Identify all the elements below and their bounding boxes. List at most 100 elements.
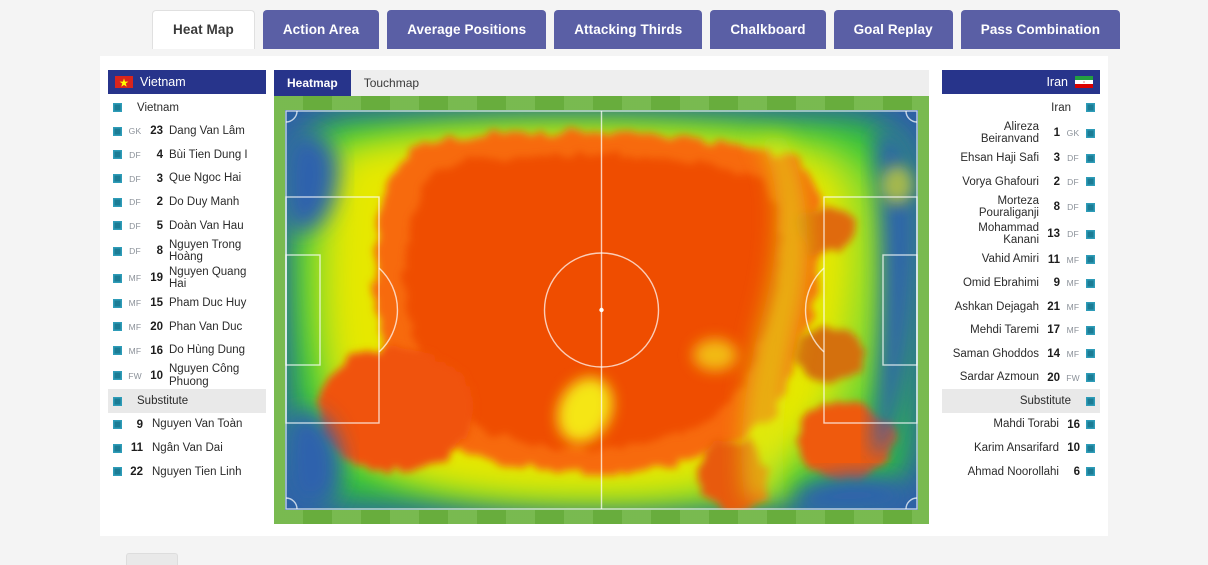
player-toggle-checkbox-icon[interactable] <box>1086 349 1095 359</box>
player-toggle-checkbox-icon[interactable] <box>1086 373 1095 383</box>
roster-player-row[interactable]: DF 13 Mohammad Kanani <box>942 221 1100 248</box>
player-toggle-checkbox-icon[interactable] <box>113 221 122 231</box>
player-toggle-checkbox-icon[interactable] <box>113 150 122 160</box>
roster-team-label: Iran <box>1051 101 1071 114</box>
player-toggle-checkbox-icon[interactable] <box>1086 278 1095 288</box>
roster-player-row[interactable]: MF 14 Saman Ghoddos <box>942 342 1100 366</box>
player-toggle-checkbox-icon[interactable] <box>1086 302 1095 312</box>
roster-substitute-row[interactable]: 6 Ahmad Noorollahi <box>942 460 1100 484</box>
substitute-label: Substitute <box>137 394 189 407</box>
player-toggle-checkbox-icon[interactable] <box>1086 229 1095 239</box>
substitute-label: Substitute <box>1019 394 1071 407</box>
roster-player-row[interactable]: DF 3 Que Ngoc Hai <box>108 167 266 191</box>
roster-substitute-row[interactable]: 11 Ngân Van Dai <box>108 437 266 461</box>
home-team-panel: Vietnam Vietnam GK 23 Dang Van Lâm DF 4 Bùi Ti… <box>108 70 266 484</box>
player-toggle-checkbox-icon[interactable] <box>1086 202 1095 212</box>
roster-player-row[interactable]: DF 8 Morteza Pouraliganji <box>942 194 1100 221</box>
player-name: Do Hùng Dung <box>169 344 246 357</box>
analysis-tab-list: Heat Map Action Area Average Positions Atta… <box>152 10 1121 49</box>
player-toggle-checkbox-icon[interactable] <box>1086 255 1095 265</box>
player-name: Vahid Amiri <box>981 253 1039 266</box>
tab-goal-replay[interactable]: Goal Replay <box>833 10 953 49</box>
player-name: Ehsan Haji Safi <box>960 152 1039 165</box>
heatmap-layer <box>285 110 918 510</box>
pitch-heatmap[interactable] <box>274 96 929 524</box>
roster-player-row[interactable]: DF 5 Doàn Van Hau <box>108 214 266 238</box>
roster-player-row[interactable]: DF 8 Nguyen Trong Hoàng <box>108 238 266 265</box>
player-name: Saman Ghoddos <box>952 347 1039 360</box>
heatmap-card: Vietnam Vietnam GK 23 Dang Van Lâm DF 4 Bùi Ti… <box>100 56 1108 536</box>
roster-player-row[interactable]: MF 15 Pham Duc Huy <box>108 292 266 316</box>
player-toggle-checkbox-icon[interactable] <box>113 298 122 308</box>
roster-substitute-header[interactable]: Substitute <box>942 389 1100 413</box>
roster-team-row[interactable]: Iran <box>942 96 1100 120</box>
player-position: MF <box>128 298 142 309</box>
player-name: Morteza Pouraliganji <box>978 194 1039 220</box>
player-number: 16 <box>1067 418 1080 431</box>
player-toggle-checkbox-icon[interactable] <box>1086 128 1095 138</box>
player-toggle-checkbox-icon[interactable] <box>113 126 122 136</box>
player-toggle-checkbox-icon[interactable] <box>1086 443 1095 453</box>
away-team-panel: Iran Iran GK 1 Alireza Beiranvand DF 3 Ehsan H… <box>942 70 1100 484</box>
player-toggle-checkbox-icon[interactable] <box>113 322 122 332</box>
tab-heat-map[interactable]: Heat Map <box>152 10 255 49</box>
roster-team-row[interactable]: Vietnam <box>108 96 266 120</box>
roster-player-row[interactable]: FW 20 Sardar Azmoun <box>942 366 1100 390</box>
roster-player-row[interactable]: DF 2 Vorya Ghafouri <box>942 170 1100 194</box>
roster-substitute-header[interactable]: Substitute <box>108 389 266 413</box>
player-position: MF <box>1066 348 1080 359</box>
player-position: DF <box>129 149 141 160</box>
player-toggle-checkbox-icon[interactable] <box>1086 177 1095 187</box>
player-position: FW <box>1066 372 1080 383</box>
roster-substitute-row[interactable]: 22 Nguyen Tien Linh <box>108 460 266 484</box>
roster-substitute-row[interactable]: 16 Mahdi Torabi <box>942 413 1100 437</box>
roster-player-row[interactable]: GK 1 Alireza Beiranvand <box>942 120 1100 147</box>
roster-player-row[interactable]: DF 3 Ehsan Haji Safi <box>942 147 1100 171</box>
tab-attacking-thirds[interactable]: Attacking Thirds <box>554 10 703 49</box>
tab-pass-combination[interactable]: Pass Combination <box>960 10 1121 49</box>
player-toggle-checkbox-icon[interactable] <box>1086 467 1095 477</box>
roster-player-row[interactable]: GK 23 Dang Van Lâm <box>108 120 266 144</box>
player-toggle-checkbox-icon[interactable] <box>1086 153 1095 163</box>
tab-average-positions[interactable]: Average Positions <box>387 10 547 49</box>
player-toggle-checkbox-icon[interactable] <box>113 246 122 256</box>
player-name: Que Ngoc Hai <box>169 172 242 185</box>
player-toggle-checkbox-icon[interactable] <box>113 420 122 430</box>
player-toggle-checkbox-icon[interactable] <box>113 103 122 113</box>
player-toggle-checkbox-icon[interactable] <box>113 174 122 184</box>
roster-player-row[interactable]: MF 21 Ashkan Dejagah <box>942 295 1100 319</box>
player-toggle-checkbox-icon[interactable] <box>1086 396 1095 406</box>
player-position: DF <box>129 173 141 184</box>
player-position: FW <box>128 370 142 381</box>
player-number: 16 <box>150 344 163 357</box>
player-toggle-checkbox-icon[interactable] <box>113 467 122 477</box>
partial-button-below[interactable] <box>126 553 178 565</box>
player-name: Nguyen Trong Hoàng <box>169 238 242 264</box>
roster-player-row[interactable]: MF 19 Nguyen Quang Hai <box>108 265 266 292</box>
player-toggle-checkbox-icon[interactable] <box>113 396 122 406</box>
player-toggle-checkbox-icon[interactable] <box>113 346 122 356</box>
player-toggle-checkbox-icon[interactable] <box>1086 103 1095 113</box>
roster-player-row[interactable]: MF 16 Do Hùng Dung <box>108 339 266 363</box>
player-toggle-checkbox-icon[interactable] <box>113 197 122 207</box>
roster-player-row[interactable]: DF 2 Do Duy Manh <box>108 190 266 214</box>
roster-player-row[interactable]: MF 9 Omid Ebrahimi <box>942 271 1100 295</box>
tab-chalkboard[interactable]: Chalkboard <box>710 10 826 49</box>
roster-player-row[interactable]: DF 4 Bùi Tien Dung I <box>108 143 266 167</box>
roster-player-row[interactable]: FW 10 Nguyen Công Phuong <box>108 362 266 389</box>
roster-substitute-row[interactable]: 10 Karim Ansarifard <box>942 437 1100 461</box>
roster-player-row[interactable]: MF 20 Phan Van Duc <box>108 315 266 339</box>
roster-player-row[interactable]: MF 11 Vahid Amiri <box>942 248 1100 272</box>
tab-action-area[interactable]: Action Area <box>262 10 380 49</box>
player-name: Ahmad Noorollahi <box>967 465 1059 478</box>
player-toggle-checkbox-icon[interactable] <box>1086 325 1095 335</box>
roster-player-row[interactable]: MF 17 Mehdi Taremi <box>942 319 1100 343</box>
player-toggle-checkbox-icon[interactable] <box>113 371 122 381</box>
player-toggle-checkbox-icon[interactable] <box>1086 420 1095 430</box>
player-number: 2 <box>1053 175 1060 188</box>
map-tab-touchmap[interactable]: Touchmap <box>351 70 432 96</box>
roster-substitute-row[interactable]: 9 Nguyen Van Toàn <box>108 413 266 437</box>
player-toggle-checkbox-icon[interactable] <box>113 443 122 453</box>
player-toggle-checkbox-icon[interactable] <box>113 273 122 283</box>
map-tab-heatmap[interactable]: Heatmap <box>274 70 351 96</box>
